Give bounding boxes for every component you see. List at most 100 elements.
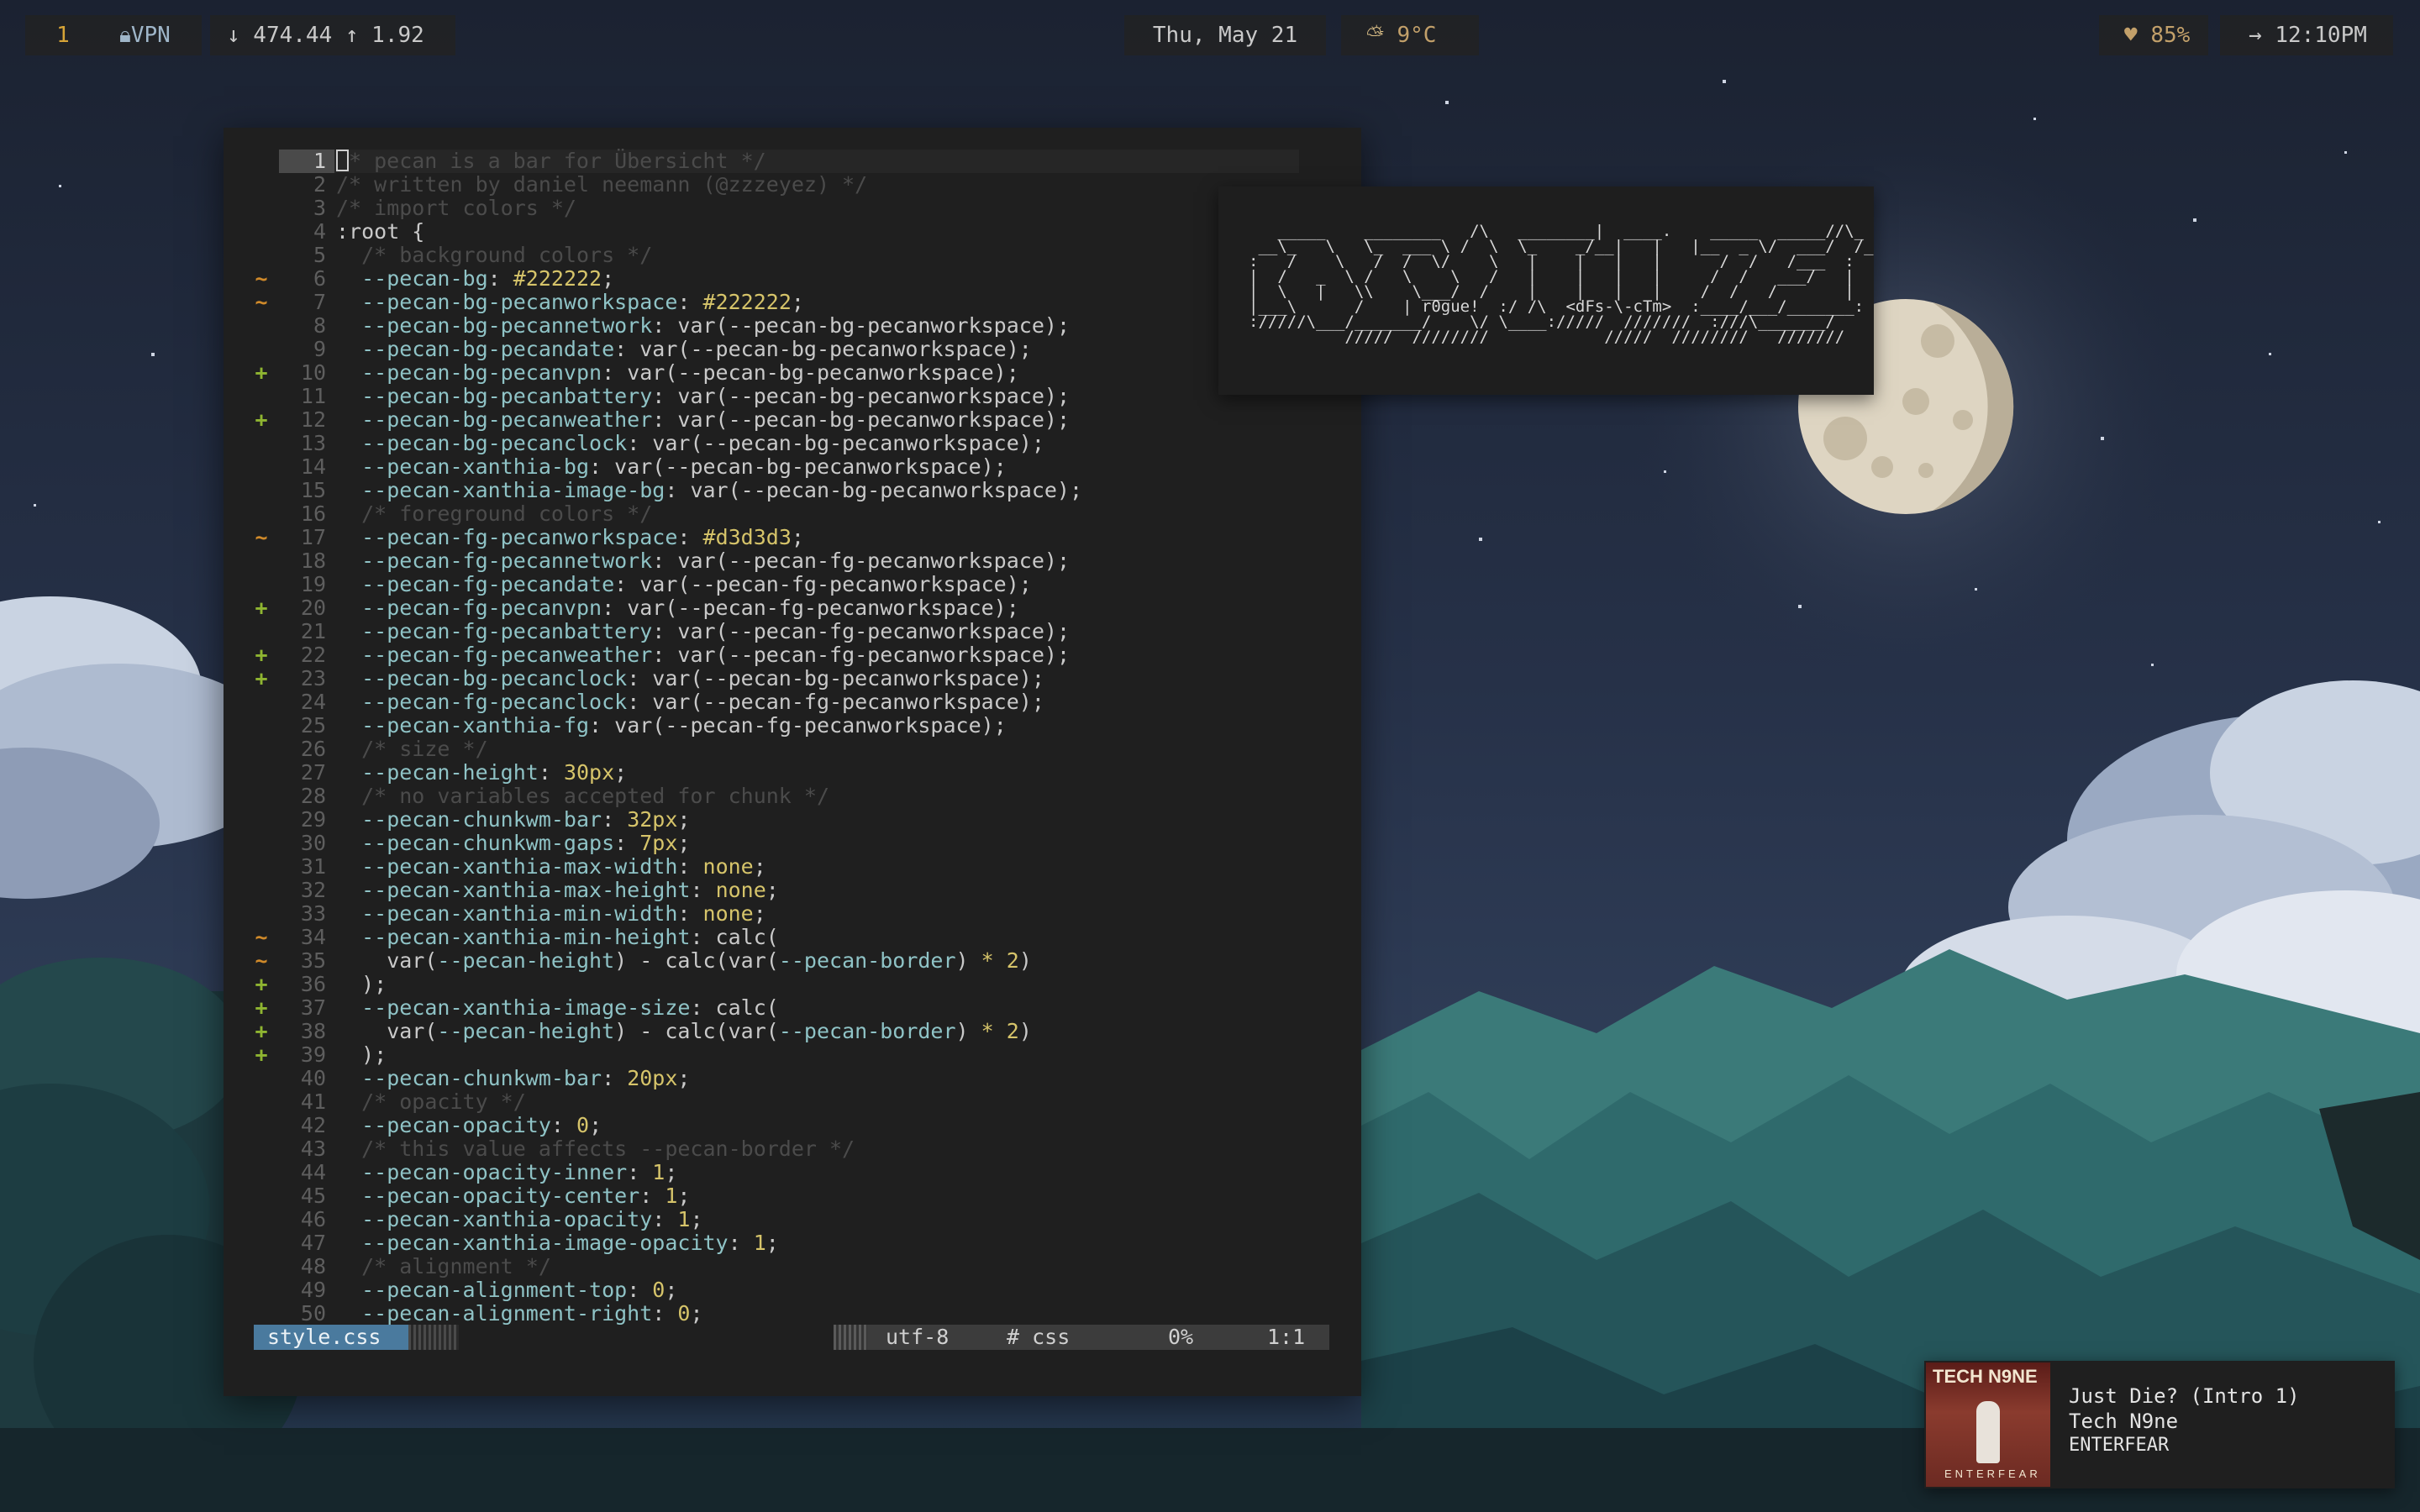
code-view[interactable]: 1 * pecan is a bar for Übersicht */2/* wr… bbox=[249, 150, 1341, 1326]
git-sign: + bbox=[255, 1019, 268, 1043]
album-cover-figure bbox=[1976, 1401, 2000, 1463]
code-line[interactable]: 46 --pecan-xanthia-opacity: 1; bbox=[249, 1208, 1341, 1231]
code-line[interactable]: 14 --pecan-xanthia-bg: var(--pecan-bg-pe… bbox=[249, 455, 1341, 479]
album-cover-title: TECH N9NE bbox=[1933, 1366, 2038, 1387]
code-line[interactable]: ~7 --pecan-bg-pecanworkspace: #222222; bbox=[249, 291, 1341, 314]
code-line[interactable]: 29 --pecan-chunkwm-bar: 32px; bbox=[249, 808, 1341, 832]
now-playing-widget[interactable]: TECH N9NE ENTERFEAR Just Die? (Intro 1) … bbox=[1924, 1361, 2395, 1488]
code-line[interactable]: +20 --pecan-fg-pecanvpn: var(--pecan-fg-… bbox=[249, 596, 1341, 620]
code-line[interactable]: 43 /* this value affects --pecan-border … bbox=[249, 1137, 1341, 1161]
code-line[interactable]: 48 /* alignment */ bbox=[249, 1255, 1341, 1278]
vpn-status[interactable]: 🔒︎VPN bbox=[101, 15, 202, 55]
code-line[interactable]: 8 --pecan-bg-pecannetwork: var(--pecan-b… bbox=[249, 314, 1341, 338]
code-line[interactable]: 41 /* opacity */ bbox=[249, 1090, 1341, 1114]
code-line[interactable]: 47 --pecan-xanthia-image-opacity: 1; bbox=[249, 1231, 1341, 1255]
line-text: /* background colors */ bbox=[336, 243, 653, 267]
clock-time: 12:10PM bbox=[2275, 23, 2367, 48]
code-line[interactable]: 3 /* import colors */ bbox=[249, 197, 1341, 220]
code-line[interactable]: 15 --pecan-xanthia-image-bg: var(--pecan… bbox=[249, 479, 1341, 502]
arrow-right-icon: → bbox=[2249, 23, 2275, 48]
code-line[interactable]: 21 --pecan-fg-pecanbattery: var(--pecan-… bbox=[249, 620, 1341, 643]
ascii-art-panel: _____ ________ /\ ________| ____. _____ … bbox=[1218, 186, 1874, 395]
git-sign: ~ bbox=[255, 290, 268, 314]
line-text: --pecan-fg-pecanbattery: var(--pecan-fg-… bbox=[361, 619, 1070, 643]
git-sign: + bbox=[255, 972, 268, 996]
line-text: --pecan-xanthia-bg: var(--pecan-bg-pecan… bbox=[361, 454, 1007, 479]
code-line[interactable]: 33 --pecan-xanthia-min-width: none; bbox=[249, 902, 1341, 926]
code-line[interactable]: ~34 --pecan-xanthia-min-height: calc( bbox=[249, 926, 1341, 949]
line-text: var(--pecan-height) - calc(var(--pecan-b… bbox=[336, 1019, 1032, 1043]
code-line[interactable]: 49 --pecan-alignment-top: 0; bbox=[249, 1278, 1341, 1302]
line-text: /* opacity */ bbox=[336, 1089, 526, 1114]
line-number: 8 bbox=[313, 313, 326, 338]
line-number: 15 bbox=[300, 478, 326, 502]
code-line[interactable]: 27 --pecan-height: 30px; bbox=[249, 761, 1341, 785]
code-line[interactable]: +38 var(--pecan-height) - calc(var(--pec… bbox=[249, 1020, 1341, 1043]
line-text: --pecan-xanthia-image-size: calc( bbox=[361, 995, 779, 1020]
code-line[interactable]: ~17 --pecan-fg-pecanworkspace: #d3d3d3; bbox=[249, 526, 1341, 549]
line-number: 36 bbox=[300, 972, 326, 996]
line-text: --pecan-alignment-right: 0; bbox=[361, 1301, 703, 1326]
network-speed: ↓ 474.44 ↑ 1.92 bbox=[210, 15, 455, 55]
workspace-indicator[interactable]: 1 bbox=[25, 15, 101, 55]
code-line[interactable]: 44 --pecan-opacity-inner: 1; bbox=[249, 1161, 1341, 1184]
line-number: 42 bbox=[300, 1113, 326, 1137]
line-text: --pecan-bg-pecanvpn: var(--pecan-bg-peca… bbox=[361, 360, 1019, 385]
code-line[interactable]: ~35 var(--pecan-height) - calc(var(--pec… bbox=[249, 949, 1341, 973]
code-line[interactable]: +39 ); bbox=[249, 1043, 1341, 1067]
code-line[interactable]: ~6 --pecan-bg: #222222; bbox=[249, 267, 1341, 291]
line-number: 25 bbox=[300, 713, 326, 738]
clock-widget: → 12:10PM bbox=[2220, 15, 2393, 55]
line-number: 41 bbox=[300, 1089, 326, 1114]
line-number: 7 bbox=[313, 290, 326, 314]
line-text: --pecan-xanthia-min-width: none; bbox=[361, 901, 766, 926]
editor-window[interactable]: 1 * pecan is a bar for Übersicht */2/* wr… bbox=[224, 128, 1361, 1396]
code-line[interactable]: 9 --pecan-bg-pecandate: var(--pecan-bg-p… bbox=[249, 338, 1341, 361]
code-line[interactable]: 13 --pecan-bg-pecanclock: var(--pecan-bg… bbox=[249, 432, 1341, 455]
code-line[interactable]: 16 /* foreground colors */ bbox=[249, 502, 1341, 526]
line-number: 45 bbox=[300, 1184, 326, 1208]
code-line[interactable]: 42 --pecan-opacity: 0; bbox=[249, 1114, 1341, 1137]
line-number: 23 bbox=[300, 666, 326, 690]
line-number: 39 bbox=[300, 1042, 326, 1067]
status-position: 1:1 bbox=[1267, 1325, 1306, 1349]
code-line[interactable]: +37 --pecan-xanthia-image-size: calc( bbox=[249, 996, 1341, 1020]
code-line[interactable]: 24 --pecan-fg-pecanclock: var(--pecan-fg… bbox=[249, 690, 1341, 714]
code-line[interactable]: 1 * pecan is a bar for Übersicht */ bbox=[249, 150, 1341, 173]
line-number: 33 bbox=[300, 901, 326, 926]
line-number: 49 bbox=[300, 1278, 326, 1302]
code-line[interactable]: +12 --pecan-bg-pecanweather: var(--pecan… bbox=[249, 408, 1341, 432]
code-line[interactable]: 30 --pecan-chunkwm-gaps: 7px; bbox=[249, 832, 1341, 855]
line-number: 11 bbox=[300, 384, 326, 408]
line-number: 40 bbox=[300, 1066, 326, 1090]
code-line[interactable]: 40 --pecan-chunkwm-bar: 20px; bbox=[249, 1067, 1341, 1090]
code-line[interactable]: 18 --pecan-fg-pecannetwork: var(--pecan-… bbox=[249, 549, 1341, 573]
line-text: ); bbox=[336, 1042, 387, 1067]
code-line[interactable]: 25 --pecan-xanthia-fg: var(--pecan-fg-pe… bbox=[249, 714, 1341, 738]
code-line[interactable]: 19 --pecan-fg-pecandate: var(--pecan-fg-… bbox=[249, 573, 1341, 596]
code-line[interactable]: +22 --pecan-fg-pecanweather: var(--pecan… bbox=[249, 643, 1341, 667]
code-line[interactable]: 31 --pecan-xanthia-max-width: none; bbox=[249, 855, 1341, 879]
line-number: 1 bbox=[279, 150, 334, 173]
line-text: /* this value affects --pecan-border */ bbox=[336, 1137, 855, 1161]
code-line[interactable]: 4:root { bbox=[249, 220, 1341, 244]
code-line[interactable]: 26 /* size */ bbox=[249, 738, 1341, 761]
code-line[interactable]: 11 --pecan-bg-pecanbattery: var(--pecan-… bbox=[249, 385, 1341, 408]
line-number: 24 bbox=[300, 690, 326, 714]
track-album: ENTERFEAR bbox=[2069, 1435, 2170, 1456]
code-line[interactable]: 2 /* written by daniel neemann (@zzzeyez)… bbox=[249, 173, 1341, 197]
code-line[interactable]: 32 --pecan-xanthia-max-height: none; bbox=[249, 879, 1341, 902]
line-number: 20 bbox=[300, 596, 326, 620]
code-line[interactable]: 50 --pecan-alignment-right: 0; bbox=[249, 1302, 1341, 1326]
code-line[interactable]: 45 --pecan-opacity-center: 1; bbox=[249, 1184, 1341, 1208]
code-line[interactable]: 28 /* no variables accepted for chunk */ bbox=[249, 785, 1341, 808]
code-line[interactable]: +36 ); bbox=[249, 973, 1341, 996]
git-sign: + bbox=[255, 643, 268, 667]
code-line[interactable]: +23 --pecan-bg-pecanclock: var(--pecan-b… bbox=[249, 667, 1341, 690]
line-text: --pecan-xanthia-max-width: none; bbox=[361, 854, 766, 879]
git-sign: ~ bbox=[255, 266, 268, 291]
code-line[interactable]: 5 /* background colors */ bbox=[249, 244, 1341, 267]
code-line[interactable]: +10 --pecan-bg-pecanvpn: var(--pecan-bg-… bbox=[249, 361, 1341, 385]
line-number: 43 bbox=[300, 1137, 326, 1161]
date-text: Thu, May 21 bbox=[1152, 23, 1298, 48]
